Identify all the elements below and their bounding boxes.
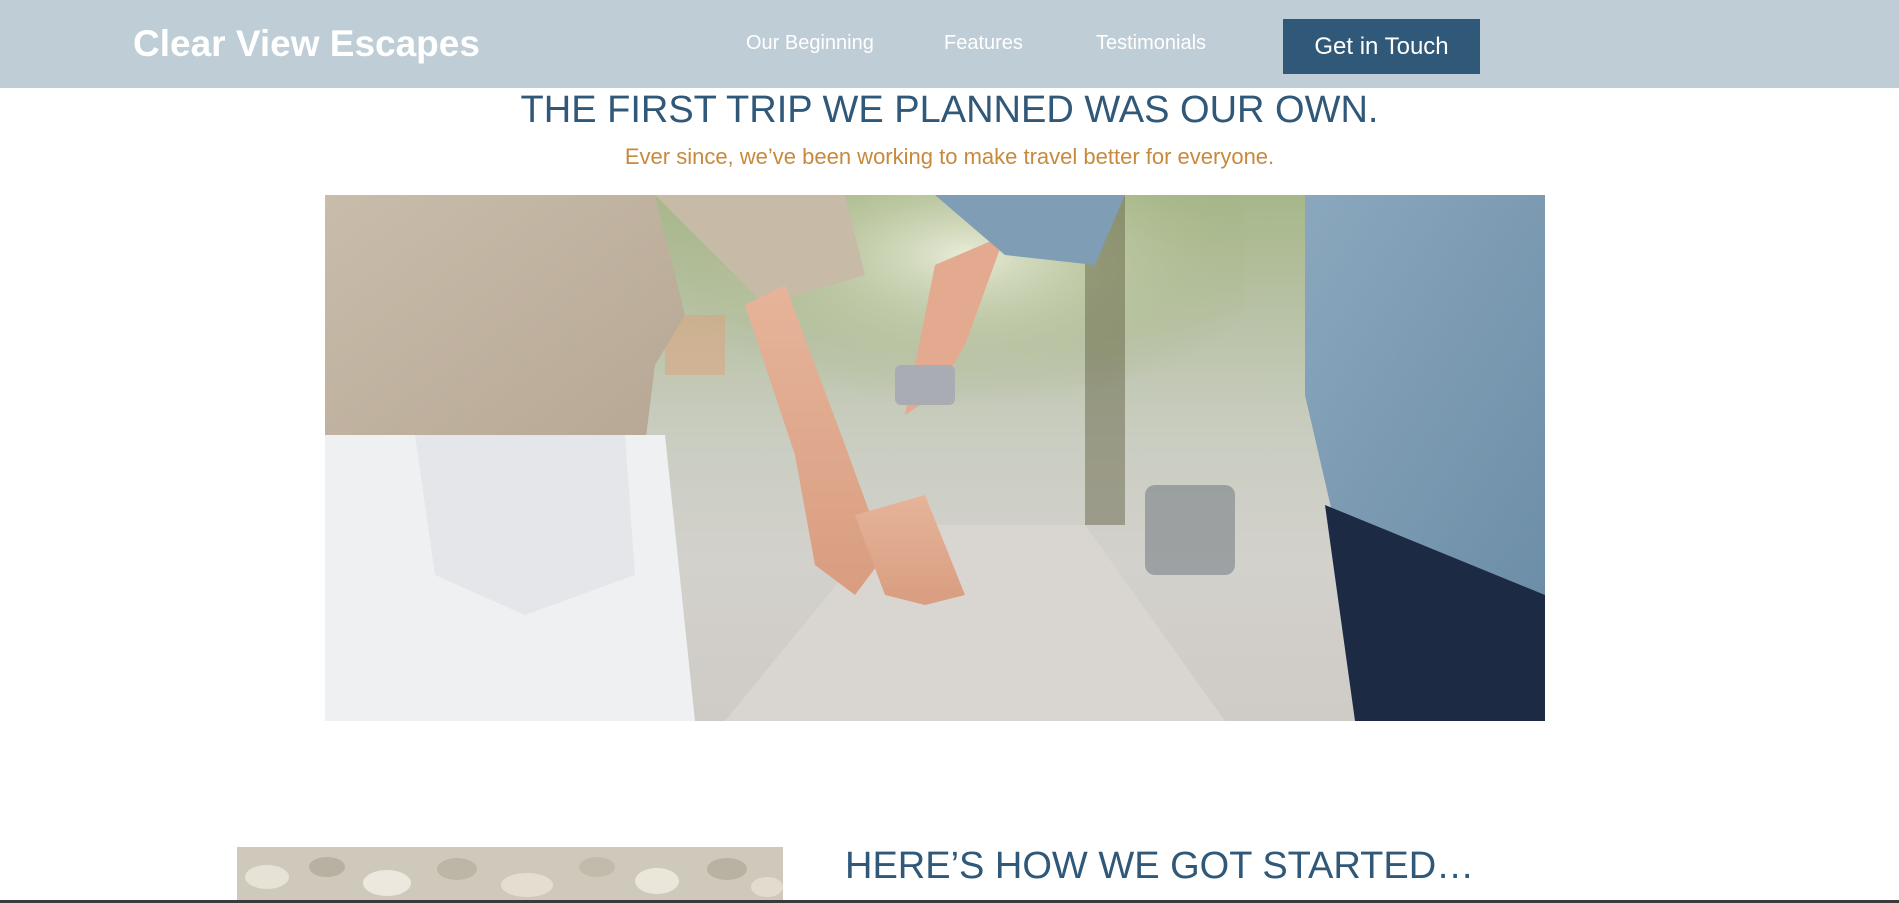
page-subheadline: Ever since, we’ve been working to make t… — [624, 144, 1275, 169]
nav-features[interactable]: Features — [944, 31, 1023, 55]
site-header: Clear View Escapes Our Beginning Feature… — [0, 0, 1899, 88]
nav-our-beginning[interactable]: Our Beginning — [746, 31, 874, 55]
page-headline: THE FIRST TRIP WE PLANNED WAS OUR OWN. — [520, 89, 1379, 131]
get-in-touch-button[interactable]: Get in Touch — [1283, 19, 1480, 74]
story-photo-pebbles — [237, 847, 783, 903]
brand-logo[interactable]: Clear View Escapes — [133, 22, 480, 66]
nav-testimonials[interactable]: Testimonials — [1096, 31, 1206, 55]
story-section-title: HERE’S HOW WE GOT STARTED… — [845, 845, 1475, 887]
hero-photo-holding-hands — [325, 195, 1545, 721]
